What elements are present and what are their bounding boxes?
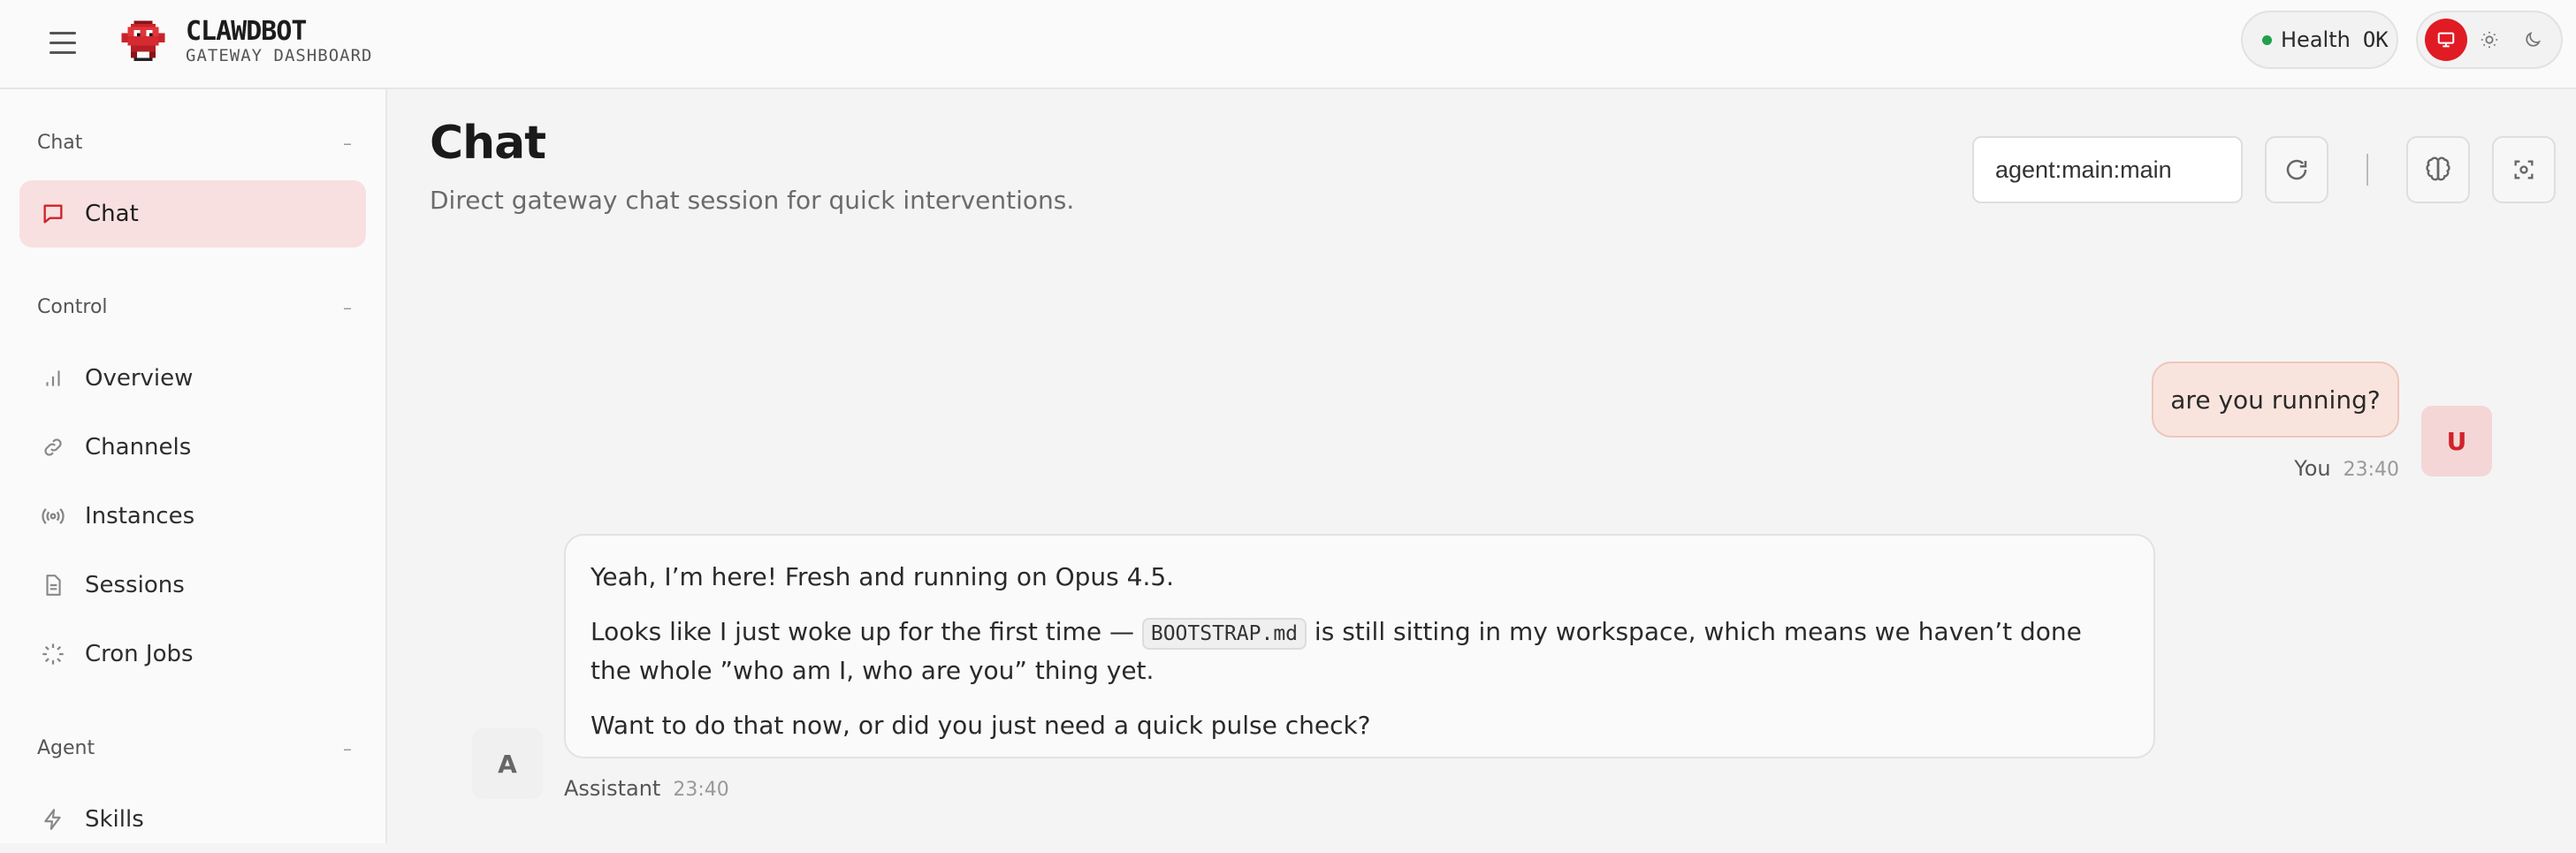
message-author: You: [2294, 456, 2331, 481]
collapse-icon[interactable]: –: [343, 297, 352, 318]
chat-bubble-icon: [39, 200, 67, 228]
user-message-bubble: are you running?: [2152, 362, 2399, 438]
collapse-icon[interactable]: –: [343, 133, 352, 154]
document-icon: [39, 571, 67, 599]
user-avatar: U: [2421, 406, 2492, 476]
message-paragraph: Want to do that now, or did you just nee…: [591, 711, 1371, 740]
section-label: Agent: [37, 737, 95, 759]
toolbar-divider: [2366, 154, 2368, 186]
health-status-dot-icon: [2262, 34, 2272, 45]
top-bar: CLAWDBOT GATEWAY DASHBOARD Health OK: [0, 0, 2576, 89]
inline-code: BOOTSTRAP.md: [1141, 618, 1307, 650]
bar-chart-icon: [39, 364, 67, 392]
loader-icon: [39, 640, 67, 668]
sidebar-item-label: Channels: [85, 434, 192, 461]
moon-icon: [2525, 31, 2541, 47]
link-icon: [39, 433, 67, 461]
hamburger-menu-icon[interactable]: [50, 27, 81, 58]
theme-switcher: [2416, 11, 2563, 69]
sidebar: Chat – Chat Control – Overview Channels …: [0, 89, 387, 843]
health-label: Health: [2281, 27, 2351, 52]
sidebar-item-label: Cron Jobs: [85, 641, 194, 667]
section-label: Control: [37, 296, 108, 318]
focus-icon: [2514, 160, 2534, 179]
session-key-input[interactable]: [1972, 136, 2243, 203]
sidebar-item-label: Skills: [85, 806, 144, 833]
page-subtitle: Direct gateway chat session for quick in…: [430, 186, 1075, 215]
sidebar-item-label: Instances: [85, 503, 195, 529]
refresh-icon: [2286, 159, 2307, 180]
health-value: OK: [2362, 27, 2389, 52]
sidebar-section-chat[interactable]: Chat –: [37, 132, 352, 154]
focus-mode-button[interactable]: [2492, 136, 2556, 203]
sidebar-section-control[interactable]: Control –: [37, 296, 352, 318]
sidebar-item-channels[interactable]: Channels: [19, 414, 366, 481]
message-timestamp: 23:40: [2343, 459, 2399, 481]
refresh-button[interactable]: [2265, 136, 2328, 203]
thinking-toggle-button[interactable]: [2406, 136, 2470, 203]
brand-title: CLAWDBOT: [186, 16, 307, 47]
assistant-message-bubble: Yeah, I’m here! Fresh and running on Opu…: [564, 534, 2155, 758]
collapse-icon[interactable]: –: [343, 738, 352, 759]
system-theme-button[interactable]: [2425, 19, 2468, 61]
dark-theme-button[interactable]: [2511, 19, 2554, 61]
lightning-icon: [39, 805, 67, 834]
brand-subtitle: GATEWAY DASHBOARD: [186, 46, 373, 65]
message-author: Assistant: [564, 776, 661, 801]
sidebar-item-label: Sessions: [85, 572, 185, 598]
health-status-pill: Health OK: [2241, 11, 2398, 69]
page-title: Chat: [430, 117, 546, 170]
sidebar-item-label: Overview: [85, 365, 194, 392]
text-span: Looks like I just woke up for the first …: [591, 617, 1142, 646]
message-paragraph: Yeah, I’m here! Fresh and running on Opu…: [591, 562, 1175, 591]
sidebar-item-instances[interactable]: Instances: [19, 483, 366, 550]
radio-broadcast-icon: [39, 502, 67, 530]
sidebar-section-agent[interactable]: Agent –: [37, 737, 352, 759]
brain-icon: [2426, 156, 2450, 181]
lobster-logo-icon: [121, 20, 165, 61]
sidebar-item-cron-jobs[interactable]: Cron Jobs: [19, 621, 366, 688]
user-message-meta: You 23:40: [2294, 456, 2399, 481]
sidebar-item-sessions[interactable]: Sessions: [19, 552, 366, 619]
assistant-message-meta: Assistant 23:40: [564, 776, 729, 801]
message-timestamp: 23:40: [673, 779, 729, 801]
monitor-icon: [2438, 32, 2455, 48]
message-paragraph: Looks like I just woke up for the first …: [591, 613, 2129, 689]
sun-icon: [2481, 31, 2498, 49]
sidebar-item-label: Chat: [85, 201, 139, 227]
assistant-avatar: A: [472, 728, 543, 799]
sidebar-item-overview[interactable]: Overview: [19, 345, 366, 412]
sidebar-item-chat[interactable]: Chat: [19, 180, 366, 248]
light-theme-button[interactable]: [2468, 19, 2511, 61]
section-label: Chat: [37, 132, 83, 154]
